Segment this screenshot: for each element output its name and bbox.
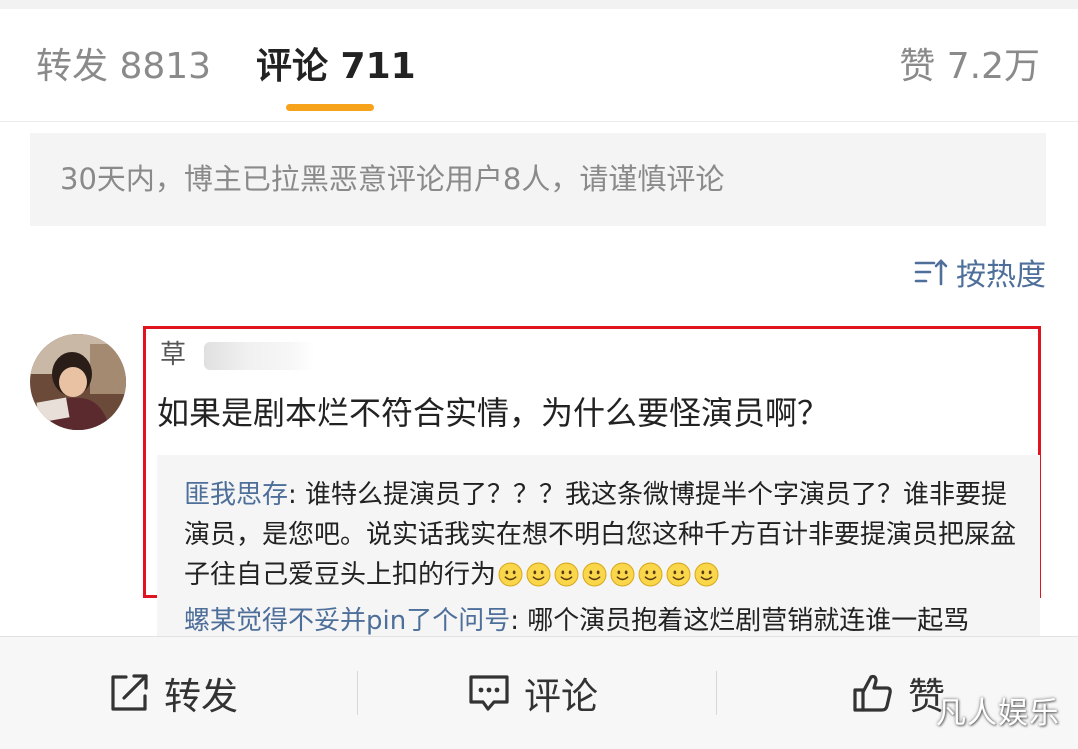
repost-label: 转发 bbox=[164, 675, 238, 718]
top-strip bbox=[0, 0, 1078, 9]
avatar[interactable] bbox=[30, 334, 126, 430]
watermark: 凡人娱乐 bbox=[936, 696, 1060, 731]
reply-item[interactable]: 匪我思存: 谁特么提演员了？？？我这条微博提半个字演员了？谁非要提演员，是您吧。… bbox=[184, 475, 1024, 595]
repost-button[interactable]: 转发 bbox=[108, 637, 238, 749]
divider bbox=[716, 671, 717, 715]
tab-like[interactable]: 赞 7.2万 bbox=[899, 47, 1040, 87]
comment-text: 如果是剧本烂不符合实情，为什么要怪演员啊？ bbox=[157, 394, 830, 432]
smile-emoji bbox=[526, 562, 551, 587]
comment-label: 评论 bbox=[524, 675, 598, 718]
smile-emoji bbox=[694, 562, 719, 587]
notice-banner: 30天内，博主已拉黑恶意评论用户8人，请谨慎评论 bbox=[30, 133, 1046, 226]
active-tab-indicator bbox=[286, 104, 374, 111]
comment-button[interactable]: 评论 bbox=[468, 637, 598, 749]
smile-emoji bbox=[582, 562, 607, 587]
bottom-action-bar: 转发 评论 赞 bbox=[0, 636, 1078, 749]
thumbs-up-icon bbox=[853, 674, 892, 712]
like-button[interactable]: 赞 bbox=[852, 637, 945, 749]
share-icon bbox=[111, 674, 148, 711]
smile-emoji bbox=[610, 562, 635, 587]
smile-emoji bbox=[498, 562, 523, 587]
reply-text: : 哪个演员抱着这烂剧营销就连谁一起骂 bbox=[510, 606, 970, 636]
reply-list[interactable]: 匪我思存: 谁特么提演员了？？？我这条微博提半个字演员了？谁非要提演员，是您吧。… bbox=[157, 455, 1040, 636]
reply-author[interactable]: 匪我思存 bbox=[184, 480, 288, 510]
smile-emoji bbox=[666, 562, 691, 587]
tab-bar: 转发 8813 评论 711 赞 7.2万 bbox=[0, 9, 1078, 122]
smile-emoji bbox=[638, 562, 663, 587]
notice-text: 30天内，博主已拉黑恶意评论用户8人，请谨慎评论 bbox=[60, 162, 725, 196]
smile-emoji bbox=[554, 562, 579, 587]
sort-label: 按热度 bbox=[956, 258, 1046, 293]
sort-icon bbox=[914, 259, 948, 286]
reply-item[interactable]: 螺某觉得不妥并pin了个问号: 哪个演员抱着这烂剧营销就连谁一起骂 bbox=[184, 601, 1024, 636]
sort-by-hot-button[interactable]: 按热度 bbox=[914, 252, 1046, 293]
comment-icon bbox=[469, 675, 509, 711]
divider bbox=[357, 671, 358, 715]
comment-username[interactable]: 草 bbox=[160, 338, 186, 372]
tab-repost[interactable]: 转发 8813 bbox=[36, 47, 211, 87]
username-blur bbox=[204, 342, 314, 370]
tab-comment[interactable]: 评论 711 bbox=[256, 47, 416, 87]
reply-author[interactable]: 螺某觉得不妥并pin了个问号 bbox=[184, 606, 510, 636]
emoji-group bbox=[498, 562, 719, 587]
